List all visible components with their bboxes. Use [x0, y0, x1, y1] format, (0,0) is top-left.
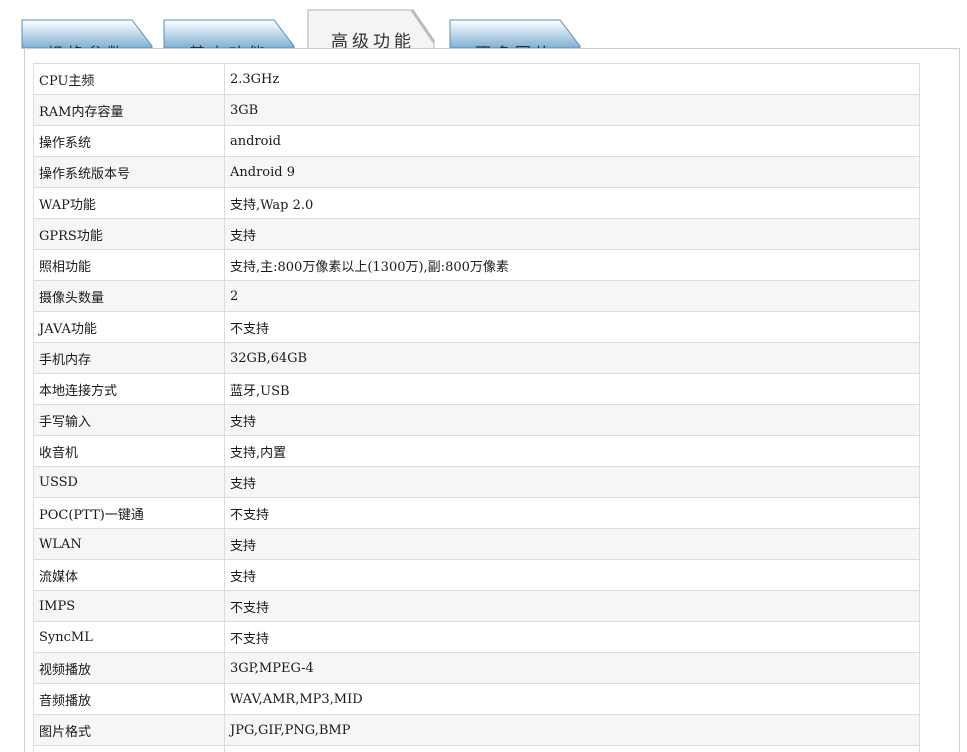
spec-value-cell: 2 [224, 280, 920, 312]
spec-page: 规格参数 基本功能 高级功能 [0, 0, 967, 752]
spec-value-cell: 不支持 [224, 311, 920, 343]
spec-value-cell: android [224, 125, 920, 157]
spec-value-cell: 蓝牙,USB [224, 373, 920, 405]
tab-bar: 规格参数 基本功能 高级功能 [0, 0, 967, 63]
table-row: SyncML 不支持 [33, 621, 920, 653]
spec-name-cell: WLAN [33, 528, 225, 560]
tab-specs[interactable]: 规格参数 [21, 18, 153, 63]
table-row: 手写输入 支持 [33, 404, 920, 436]
spec-value-cell: 支持 [224, 528, 920, 560]
spec-value-cell: 不支持 [224, 497, 920, 529]
spec-name-cell: GPRS功能 [33, 218, 225, 250]
spec-name-cell: 摄像头数量 [33, 280, 225, 312]
spec-name-cell: JAVA功能 [33, 311, 225, 343]
spec-name-cell: 音频播放 [33, 683, 225, 715]
table-row: 图片格式 JPG,GIF,PNG,BMP [33, 714, 920, 746]
spec-name-cell: POC(PTT)一键通 [33, 497, 225, 529]
table-row: 操作系统版本号 Android 9 [33, 156, 920, 188]
table-row: 收音机 支持,内置 [33, 435, 920, 467]
spec-value-cell [224, 745, 920, 752]
table-row: 音频播放 WAV,AMR,MP3,MID [33, 683, 920, 715]
table-row: WAP功能 支持,Wap 2.0 [33, 187, 920, 219]
spec-value-cell: 不支持 [224, 621, 920, 653]
spec-value-cell: 支持 [224, 559, 920, 591]
tab-advanced-functions[interactable]: 高级功能 [307, 8, 438, 52]
spec-name-cell: IMPS [33, 590, 225, 622]
table-row: 本地连接方式 蓝牙,USB [33, 373, 920, 405]
table-row: WLAN 支持 [33, 528, 920, 560]
table-row: IMPS 不支持 [33, 590, 920, 622]
spec-table: CPU主频 2.3GHz RAM内存容量 3GB 操作系统 android 操作… [33, 63, 920, 752]
spec-name-cell: WAP功能 [33, 187, 225, 219]
spec-value-cell: 支持 [224, 466, 920, 498]
table-row: 视频播放 3GP,MPEG-4 [33, 652, 920, 684]
spec-name-cell: 收音机 [33, 435, 225, 467]
spec-name-cell: 照相功能 [33, 249, 225, 281]
spec-value-cell: 支持,内置 [224, 435, 920, 467]
spec-name-cell [33, 745, 225, 752]
spec-name-cell: RAM内存容量 [33, 94, 225, 126]
table-row: 操作系统 android [33, 125, 920, 157]
spec-value-cell: 32GB,64GB [224, 342, 920, 374]
table-row: RAM内存容量 3GB [33, 94, 920, 126]
table-row: POC(PTT)一键通 不支持 [33, 497, 920, 529]
spec-name-cell: 操作系统版本号 [33, 156, 225, 188]
spec-value-cell: JPG,GIF,PNG,BMP [224, 714, 920, 746]
spec-name-cell: 图片格式 [33, 714, 225, 746]
spec-name-cell: 视频播放 [33, 652, 225, 684]
spec-name-cell: USSD [33, 466, 225, 498]
spec-value-cell: 2.3GHz [224, 63, 920, 95]
table-row: 摄像头数量 2 [33, 280, 920, 312]
spec-value-cell: Android 9 [224, 156, 920, 188]
table-row: 流媒体 支持 [33, 559, 920, 591]
table-row: JAVA功能 不支持 [33, 311, 920, 343]
table-row: 手机内存 32GB,64GB [33, 342, 920, 374]
spec-name-cell: 操作系统 [33, 125, 225, 157]
spec-name-cell: 流媒体 [33, 559, 225, 591]
spec-value-cell: 支持,主:800万像素以上(1300万),副:800万像素 [224, 249, 920, 281]
spec-value-cell: 支持,Wap 2.0 [224, 187, 920, 219]
spec-name-cell: 本地连接方式 [33, 373, 225, 405]
spec-table-body: CPU主频 2.3GHz RAM内存容量 3GB 操作系统 android 操作… [33, 63, 920, 752]
table-row: CPU主频 2.3GHz [33, 63, 920, 95]
spec-name-cell: 手写输入 [33, 404, 225, 436]
spec-name-cell: 手机内存 [33, 342, 225, 374]
spec-value-cell: 不支持 [224, 590, 920, 622]
table-row: 照相功能 支持,主:800万像素以上(1300万),副:800万像素 [33, 249, 920, 281]
spec-value-cell: 3GB [224, 94, 920, 126]
table-row: GPRS功能 支持 [33, 218, 920, 250]
tab-basic-functions[interactable]: 基本功能 [163, 18, 295, 63]
table-row [33, 745, 920, 752]
spec-value-cell: 支持 [224, 218, 920, 250]
spec-name-cell: CPU主频 [33, 63, 225, 95]
spec-value-cell: 3GP,MPEG-4 [224, 652, 920, 684]
spec-name-cell: SyncML [33, 621, 225, 653]
spec-value-cell: 支持 [224, 404, 920, 436]
spec-value-cell: WAV,AMR,MP3,MID [224, 683, 920, 715]
tab-more-pictures[interactable]: 更多图片 [449, 18, 581, 63]
table-row: USSD 支持 [33, 466, 920, 498]
spec-panel: CPU主频 2.3GHz RAM内存容量 3GB 操作系统 android 操作… [24, 48, 960, 752]
